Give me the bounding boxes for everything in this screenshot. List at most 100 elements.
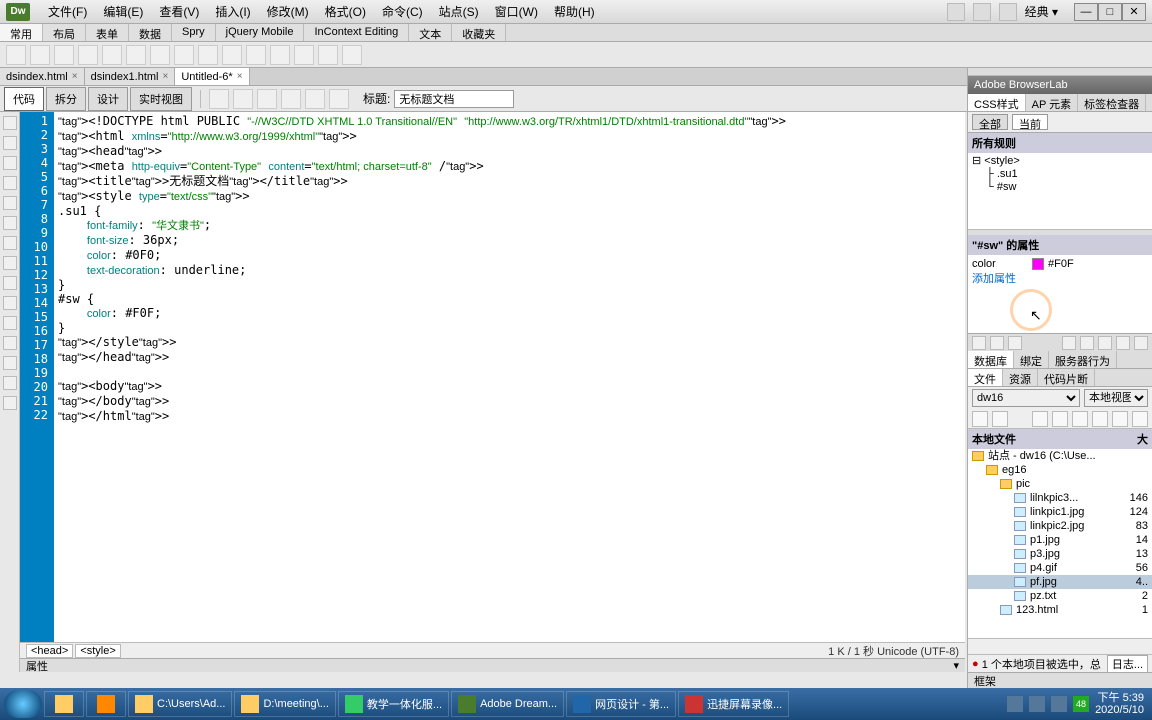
col-name[interactable]: 本地文件: [972, 431, 1137, 447]
add-property-link[interactable]: 添加属性: [972, 270, 1016, 286]
rule-sw[interactable]: └ #sw: [972, 181, 1148, 194]
pinned-explorer[interactable]: [44, 691, 84, 717]
file-scrollbar[interactable]: [968, 638, 1152, 654]
insert-icon-11[interactable]: [270, 45, 290, 65]
css-tabs-2[interactable]: 标签检查器: [1078, 94, 1146, 111]
task-3[interactable]: Adobe Dream...: [451, 691, 564, 717]
layout-icon-1[interactable]: [947, 3, 965, 21]
code-tool-13[interactable]: [3, 376, 17, 390]
menu-帮助(H)[interactable]: 帮助(H): [546, 3, 603, 20]
put-icon[interactable]: [1052, 411, 1068, 427]
insert-tab-2[interactable]: 表单: [86, 24, 129, 41]
file-linkpic2.jpg[interactable]: linkpic2.jpg83: [968, 519, 1152, 533]
insert-tab-8[interactable]: 收藏夹: [452, 24, 506, 41]
db-tabs-2[interactable]: 服务器行为: [1049, 351, 1117, 368]
show-category-icon[interactable]: [972, 336, 986, 350]
view-代码[interactable]: 代码: [4, 87, 44, 111]
insert-icon-13[interactable]: [318, 45, 338, 65]
code-content[interactable]: "tag"><!DOCTYPE html PUBLIC "-//W3C//DTD…: [54, 112, 965, 642]
close-tab-icon[interactable]: ×: [237, 71, 243, 82]
taskbar-clock[interactable]: 下午 5:39 2020/5/10: [1095, 692, 1148, 716]
insert-icon-10[interactable]: [246, 45, 266, 65]
minimize-button[interactable]: —: [1074, 3, 1098, 21]
insert-icon-8[interactable]: [198, 45, 218, 65]
insert-icon-12[interactable]: [294, 45, 314, 65]
prop-color-value[interactable]: #F0F: [1048, 258, 1074, 270]
code-tool-8[interactable]: [3, 276, 17, 290]
css-current-button[interactable]: 当前: [1012, 114, 1048, 130]
file-lilnkpic3...[interactable]: lilnkpic3...146: [968, 491, 1152, 505]
tray-icon-3[interactable]: [1051, 696, 1067, 712]
delete-icon[interactable]: [1134, 336, 1148, 350]
file-tabs-2[interactable]: 代码片断: [1038, 369, 1095, 386]
close-tab-icon[interactable]: ×: [72, 71, 78, 82]
code-tool-3[interactable]: [3, 176, 17, 190]
code-tool-10[interactable]: [3, 316, 17, 330]
css-tabs-0[interactable]: CSS样式: [968, 94, 1026, 111]
file-pic[interactable]: pic: [968, 477, 1152, 491]
globe-icon[interactable]: [233, 89, 253, 109]
disable-icon[interactable]: [1116, 336, 1130, 350]
start-button[interactable]: [4, 690, 42, 718]
live-code-icon[interactable]: [209, 89, 229, 109]
insert-icon-14[interactable]: [342, 45, 362, 65]
insert-icon-5[interactable]: [126, 45, 146, 65]
insert-tab-4[interactable]: Spry: [172, 24, 216, 41]
menu-修改(M)[interactable]: 修改(M): [259, 3, 317, 20]
insert-icon-2[interactable]: [54, 45, 74, 65]
view-select[interactable]: 本地视图: [1084, 389, 1148, 407]
code-tool-14[interactable]: [3, 396, 17, 410]
insert-tab-0[interactable]: 常用: [0, 24, 43, 41]
menu-文件(F)[interactable]: 文件(F): [40, 3, 95, 20]
insert-tab-1[interactable]: 布局: [43, 24, 86, 41]
file-eg16[interactable]: eg16: [968, 463, 1152, 477]
checkin-icon[interactable]: [1092, 411, 1108, 427]
files-column-header[interactable]: 本地文件 大: [968, 429, 1152, 449]
insert-icon-6[interactable]: [150, 45, 170, 65]
code-tool-7[interactable]: [3, 256, 17, 270]
connect-icon[interactable]: [972, 411, 988, 427]
task-0[interactable]: C:\Users\Ad...: [128, 691, 232, 717]
tag-crumb[interactable]: <head>: [26, 644, 73, 658]
inspect-icon[interactable]: [257, 89, 277, 109]
rule-style[interactable]: ⊟ <style>: [972, 155, 1148, 168]
insert-icon-3[interactable]: [78, 45, 98, 65]
code-tool-11[interactable]: [3, 336, 17, 350]
maximize-button[interactable]: □: [1098, 3, 1122, 21]
menu-站点(S)[interactable]: 站点(S): [431, 3, 487, 20]
code-tool-12[interactable]: [3, 356, 17, 370]
db-tabs-0[interactable]: 数据库: [968, 351, 1014, 368]
col-size[interactable]: 大: [1137, 431, 1148, 447]
file-p4.gif[interactable]: p4.gif56: [968, 561, 1152, 575]
view-实时视图[interactable]: 实时视图: [130, 87, 192, 111]
close-tab-icon[interactable]: ×: [162, 71, 168, 82]
doc-tab-0[interactable]: dsindex.html×: [0, 68, 85, 85]
panel-collapse-icon[interactable]: ▾: [953, 659, 959, 672]
tray-icon-4[interactable]: 48: [1073, 696, 1089, 712]
insert-icon-4[interactable]: [102, 45, 122, 65]
view-拆分[interactable]: 拆分: [46, 87, 86, 111]
browserlab-panel-title[interactable]: Adobe BrowserLab: [968, 76, 1152, 94]
insert-icon-1[interactable]: [30, 45, 50, 65]
tag-crumb[interactable]: <style>: [75, 644, 120, 658]
code-tool-1[interactable]: [3, 136, 17, 150]
insert-tab-5[interactable]: jQuery Mobile: [216, 24, 305, 41]
tray-icon-2[interactable]: [1029, 696, 1045, 712]
attach-icon[interactable]: [1062, 336, 1076, 350]
checkout-icon[interactable]: [1072, 411, 1088, 427]
show-list-icon[interactable]: [990, 336, 1004, 350]
menu-插入(I)[interactable]: 插入(I): [207, 3, 258, 20]
code-tool-0[interactable]: [3, 116, 17, 130]
new-rule-icon[interactable]: [1080, 336, 1094, 350]
file-tabs-1[interactable]: 资源: [1003, 369, 1038, 386]
workspace-switcher[interactable]: 经典 ▾: [1021, 3, 1062, 20]
code-editor[interactable]: 12345678910111213141516171819202122 "tag…: [20, 112, 965, 642]
code-tool-4[interactable]: [3, 196, 17, 210]
file-p1.jpg[interactable]: p1.jpg14: [968, 533, 1152, 547]
site-select[interactable]: dw16: [972, 389, 1080, 407]
show-set-icon[interactable]: [1008, 336, 1022, 350]
get-icon[interactable]: [1032, 411, 1048, 427]
nav-icon[interactable]: [281, 89, 301, 109]
properties-panel-header[interactable]: 属性 ▾: [20, 658, 965, 672]
insert-icon-9[interactable]: [222, 45, 242, 65]
